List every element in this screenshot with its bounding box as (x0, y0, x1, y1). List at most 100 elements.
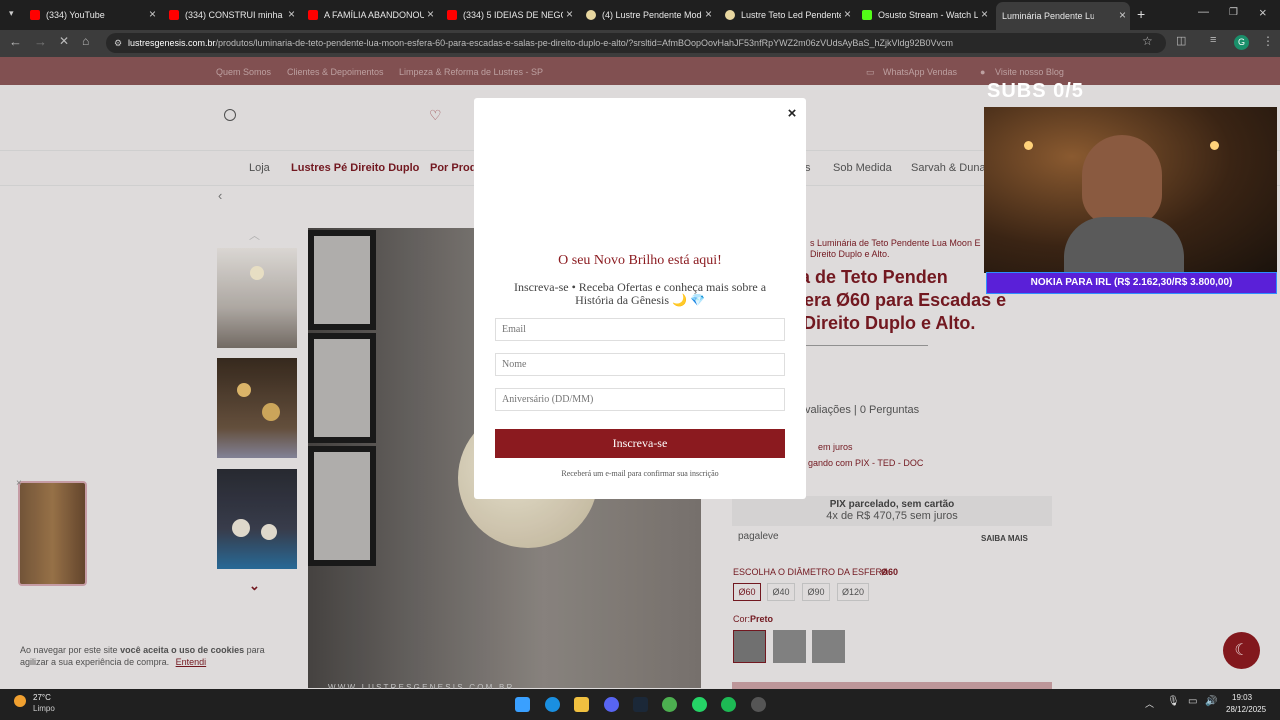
app-icon[interactable] (751, 697, 766, 712)
lamp-icon (586, 10, 596, 20)
color-swatch[interactable] (733, 630, 766, 663)
close-tab-icon[interactable]: × (844, 7, 851, 21)
email-field[interactable] (495, 318, 785, 341)
cookie-accept-link[interactable]: Entendi (176, 657, 207, 667)
chrome-icon[interactable] (662, 697, 677, 712)
browser-tab[interactable]: (334) CONSTRUI minha C × (169, 4, 299, 26)
home-icon[interactable]: ⌂ (82, 34, 89, 48)
heart-icon[interactable]: ♡ (429, 107, 442, 124)
topstrip-link[interactable]: Quem Somos (216, 67, 271, 77)
breadcrumb[interactable]: s Luminária de Teto Pendente Lua Moon E … (810, 238, 990, 260)
diameter-option[interactable]: Ø120 (837, 583, 869, 601)
tray-chevron-icon[interactable]: ︿ (1145, 697, 1154, 710)
topstrip-link[interactable]: Clientes & Depoimentos (287, 67, 384, 77)
title-line: ria de Teto Penden (788, 267, 948, 287)
back-chevron-icon[interactable]: ‹ (218, 188, 222, 203)
subscribe-button[interactable]: Inscreva-se (495, 429, 785, 458)
edge-icon[interactable] (545, 697, 560, 712)
address-bar[interactable]: ⚙ lustresgenesis.com.br/produtos/luminar… (106, 33, 1166, 53)
media-icon[interactable]: ≡ (1210, 34, 1216, 46)
menu-item[interactable]: Sarvah & Dunah (911, 162, 992, 174)
search-icon[interactable] (224, 109, 236, 121)
close-tab-icon[interactable]: × (981, 7, 988, 21)
restore-icon[interactable]: ❐ (1229, 7, 1238, 18)
topstrip-link[interactable]: Limpeza & Reforma de Lustres - SP (399, 67, 543, 77)
weather-temp[interactable]: 27°C (33, 693, 51, 702)
modal-subtitle: Inscreva-se • Receba Ofertas e conheça m… (513, 280, 767, 307)
reviews-summary[interactable]: valiações | 0 Perguntas (805, 404, 919, 416)
streamer-figure (1082, 135, 1162, 225)
bookmark-star-icon[interactable]: ☆ (1142, 34, 1153, 48)
site-info-icon[interactable]: ⚙ (114, 33, 122, 53)
subs-counter: SUBS 0/5 (987, 80, 1084, 102)
new-tab-button[interactable]: + (1137, 6, 1145, 22)
extensions-icon[interactable]: ◫ (1176, 34, 1186, 47)
whatsapp-icon[interactable] (692, 697, 707, 712)
close-tab-icon[interactable]: × (149, 7, 156, 21)
site-top-strip: Quem Somos Clientes & Depoimentos Limpez… (0, 57, 1280, 85)
clock-date[interactable]: 28/12/2025 (1226, 705, 1266, 714)
stop-loading-icon[interactable]: ✕ (59, 34, 69, 48)
windows-start-icon[interactable] (515, 697, 530, 712)
saiba-mais-link[interactable]: SAIBA MAIS (981, 534, 1028, 543)
close-tab-icon[interactable]: × (288, 7, 295, 21)
browser-tab[interactable]: A FAMÍLIA ABANDONOU × (308, 4, 438, 26)
product-thumbnail[interactable] (217, 358, 297, 458)
diameter-option[interactable]: Ø40 (767, 583, 795, 601)
tab-title: (334) CONSTRUI minha C (185, 10, 285, 20)
weather-desc[interactable]: Limpo (33, 704, 55, 713)
browser-tab-active[interactable]: Luminária Pendente Lua × (996, 2, 1130, 30)
menu-kebab-icon[interactable]: ⋮ (1262, 34, 1274, 48)
color-swatch[interactable] (812, 630, 845, 663)
thumb-up-icon[interactable]: ︿ (249, 227, 260, 243)
close-tab-icon[interactable]: × (705, 7, 712, 21)
network-icon[interactable]: ▭ (1188, 696, 1197, 707)
menu-item[interactable]: Loja (249, 162, 270, 174)
lamp-icon (725, 10, 735, 20)
browser-tab[interactable]: (4) Lustre Pendente Mode × (586, 4, 716, 26)
file-explorer-icon[interactable] (574, 697, 589, 712)
clock-time[interactable]: 19:03 (1232, 693, 1252, 702)
thumb-down-icon[interactable]: ⌄ (249, 578, 260, 594)
topstrip-link[interactable]: Visite nosso Blog (995, 67, 1064, 77)
browser-tab[interactable]: Lustre Teto Led Pendente × (725, 4, 855, 26)
name-field[interactable] (495, 353, 785, 376)
close-tab-icon[interactable]: × (566, 7, 573, 21)
browser-tab[interactable]: (334) 5 IDEIAS DE NEGÓC × (447, 4, 577, 26)
streamer-figure (1064, 217, 1184, 273)
spotify-icon[interactable] (721, 697, 736, 712)
color-swatch[interactable] (773, 630, 806, 663)
back-icon[interactable]: ← (9, 34, 22, 49)
floating-video[interactable] (18, 481, 87, 586)
close-tab-icon[interactable]: × (427, 7, 434, 21)
menu-item[interactable]: Sob Medida (833, 162, 892, 174)
modal-footnote: Receberá um e-mail para confirmar sua in… (561, 469, 719, 478)
diameter-option[interactable]: Ø60 (733, 583, 761, 601)
profile-avatar[interactable]: G (1234, 35, 1249, 50)
lamp-sphere (261, 524, 277, 540)
birthday-field[interactable] (495, 388, 785, 411)
mic-icon[interactable]: 🎙 (1167, 696, 1180, 707)
product-thumbnail[interactable] (217, 248, 297, 348)
youtube-icon (30, 10, 40, 20)
forward-icon[interactable]: → (34, 34, 47, 49)
close-modal-button[interactable]: × (784, 106, 800, 122)
product-thumbnail[interactable] (217, 469, 297, 569)
close-window-icon[interactable]: × (1259, 5, 1267, 20)
menu-item[interactable]: Por Prod (430, 162, 476, 174)
minimize-icon[interactable]: — (1198, 6, 1209, 18)
diameter-option[interactable]: Ø90 (802, 583, 830, 601)
moon-chat-icon[interactable]: ☾ (1223, 632, 1260, 669)
topstrip-link[interactable]: WhatsApp Vendas (883, 67, 957, 77)
steam-icon[interactable] (633, 697, 648, 712)
candle-light (1024, 141, 1033, 150)
menu-item[interactable]: Lustres Pé Direito Duplo (291, 162, 419, 174)
browser-tab[interactable]: Osusto Stream - Watch L × (862, 4, 992, 26)
tab-title: (334) 5 IDEIAS DE NEGÓC (463, 10, 563, 20)
close-tab-icon[interactable]: × (1119, 8, 1126, 22)
tab-list-icon[interactable]: ▾ (9, 8, 14, 19)
discord-icon[interactable] (604, 697, 619, 712)
close-video-icon[interactable]: × (16, 478, 22, 489)
volume-icon[interactable]: 🔊 (1205, 696, 1217, 707)
browser-tab[interactable]: (334) YouTube × (30, 4, 160, 26)
